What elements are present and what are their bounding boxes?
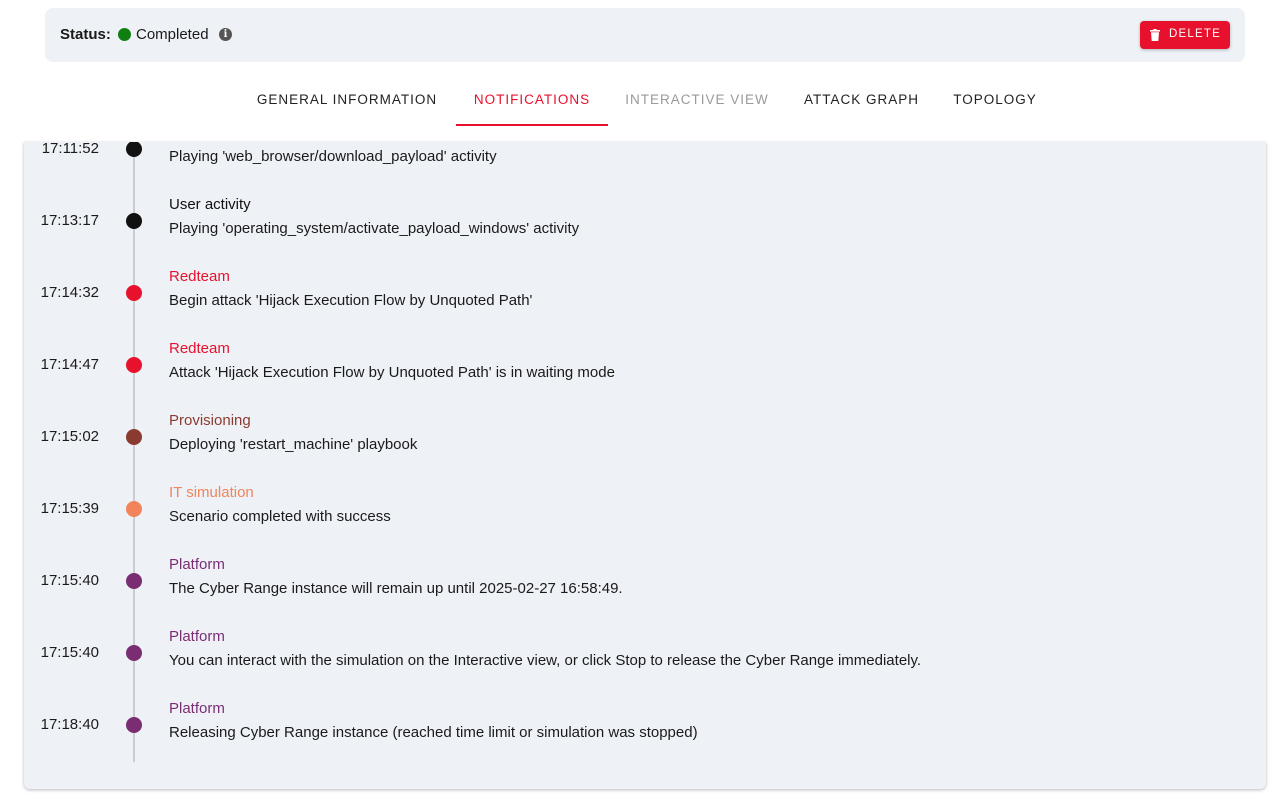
delete-label: DELETE bbox=[1169, 28, 1221, 40]
timeline-dot bbox=[126, 285, 142, 301]
notification-time: 17:15:39 bbox=[40, 500, 99, 517]
notification-time: 17:15:02 bbox=[40, 428, 99, 445]
tab-topology[interactable]: TOPOLOGY bbox=[953, 92, 1037, 126]
notification-time: 17:15:40 bbox=[40, 572, 99, 589]
status-bar: Status: Completed i DELETE bbox=[45, 8, 1245, 62]
timeline-item: 17:14:32 Redteam Begin attack 'Hijack Exec… bbox=[24, 268, 1266, 346]
notification-source: IT simulation bbox=[169, 484, 254, 501]
timeline-item: 17:13:17 User activity Playing 'operating_… bbox=[24, 196, 1266, 274]
tab-interactive-view: INTERACTIVE VIEW bbox=[625, 92, 769, 107]
notification-message: Deploying 'restart_machine' playbook bbox=[169, 436, 418, 453]
notifications-panel[interactable]: 17:11:52 User activity Playing 'web_browse… bbox=[24, 142, 1266, 789]
timeline-item: 17:15:02 Provisioning Deploying 'restart_m… bbox=[24, 412, 1266, 490]
timeline-dot bbox=[126, 645, 142, 661]
active-tab-indicator bbox=[456, 124, 608, 126]
timeline-item: 17:15:39 IT simulation Scenario completed … bbox=[24, 484, 1266, 562]
timeline-item: 17:15:40 Platform The Cyber Range instance… bbox=[24, 556, 1266, 634]
notification-message: Playing 'operating_system/activate_paylo… bbox=[169, 220, 580, 237]
notification-message: Releasing Cyber Range instance (reached … bbox=[169, 724, 698, 741]
timeline-dot bbox=[126, 357, 142, 373]
status-indicator-dot bbox=[118, 28, 131, 41]
notification-message: Attack 'Hijack Execution Flow by Unquote… bbox=[169, 364, 615, 381]
timeline-item: 17:14:47 Redteam Attack 'Hijack Execution … bbox=[24, 340, 1266, 418]
timeline-dot bbox=[126, 142, 142, 157]
notification-message: You can interact with the simulation on … bbox=[169, 652, 922, 669]
notification-source: Redteam bbox=[169, 268, 230, 285]
notification-time: 17:15:40 bbox=[40, 644, 99, 661]
tab-general-information[interactable]: GENERAL INFORMATION bbox=[255, 92, 439, 126]
notification-message: Playing 'web_browser/download_payload' a… bbox=[169, 148, 497, 165]
timeline-dot bbox=[126, 429, 142, 445]
tab-attack-graph[interactable]: ATTACK GRAPH bbox=[803, 92, 920, 126]
notification-message: The Cyber Range instance will remain up … bbox=[169, 580, 623, 597]
timeline-item: 17:11:52User activityPlaying 'web_browse… bbox=[24, 142, 1266, 202]
notification-message: Scenario completed with success bbox=[169, 508, 391, 525]
timeline-dot bbox=[126, 213, 142, 229]
notification-message: Begin attack 'Hijack Execution Flow by U… bbox=[169, 292, 533, 309]
notification-time: 17:14:47 bbox=[40, 356, 99, 373]
delete-button[interactable]: DELETE bbox=[1140, 21, 1230, 49]
status-value: Completed bbox=[136, 26, 209, 43]
timeline-item: 17:18:40 Platform Releasing Cyber Range in… bbox=[24, 700, 1266, 778]
notification-source: User activity bbox=[169, 196, 251, 213]
notification-time: 17:11:52 bbox=[41, 142, 99, 157]
trash-icon bbox=[1150, 29, 1160, 41]
notification-source: Platform bbox=[169, 628, 225, 645]
tab-notifications[interactable]: NOTIFICATIONS bbox=[456, 92, 608, 126]
info-icon[interactable]: i bbox=[219, 28, 232, 41]
notification-source: Provisioning bbox=[169, 412, 251, 429]
notification-time: 17:14:32 bbox=[40, 284, 99, 301]
timeline-dot bbox=[126, 501, 142, 517]
notification-source: Platform bbox=[169, 556, 225, 573]
notification-source: Platform bbox=[169, 700, 225, 717]
timeline-dot bbox=[126, 573, 142, 589]
notification-time: 17:18:40 bbox=[40, 716, 99, 733]
notification-source: Redteam bbox=[169, 340, 230, 357]
notification-time: 17:13:17 bbox=[40, 212, 99, 229]
status-label: Status: bbox=[60, 26, 111, 43]
timeline-dot bbox=[126, 717, 142, 733]
timeline-item: 17:15:40 Platform You can interact with th… bbox=[24, 628, 1266, 706]
